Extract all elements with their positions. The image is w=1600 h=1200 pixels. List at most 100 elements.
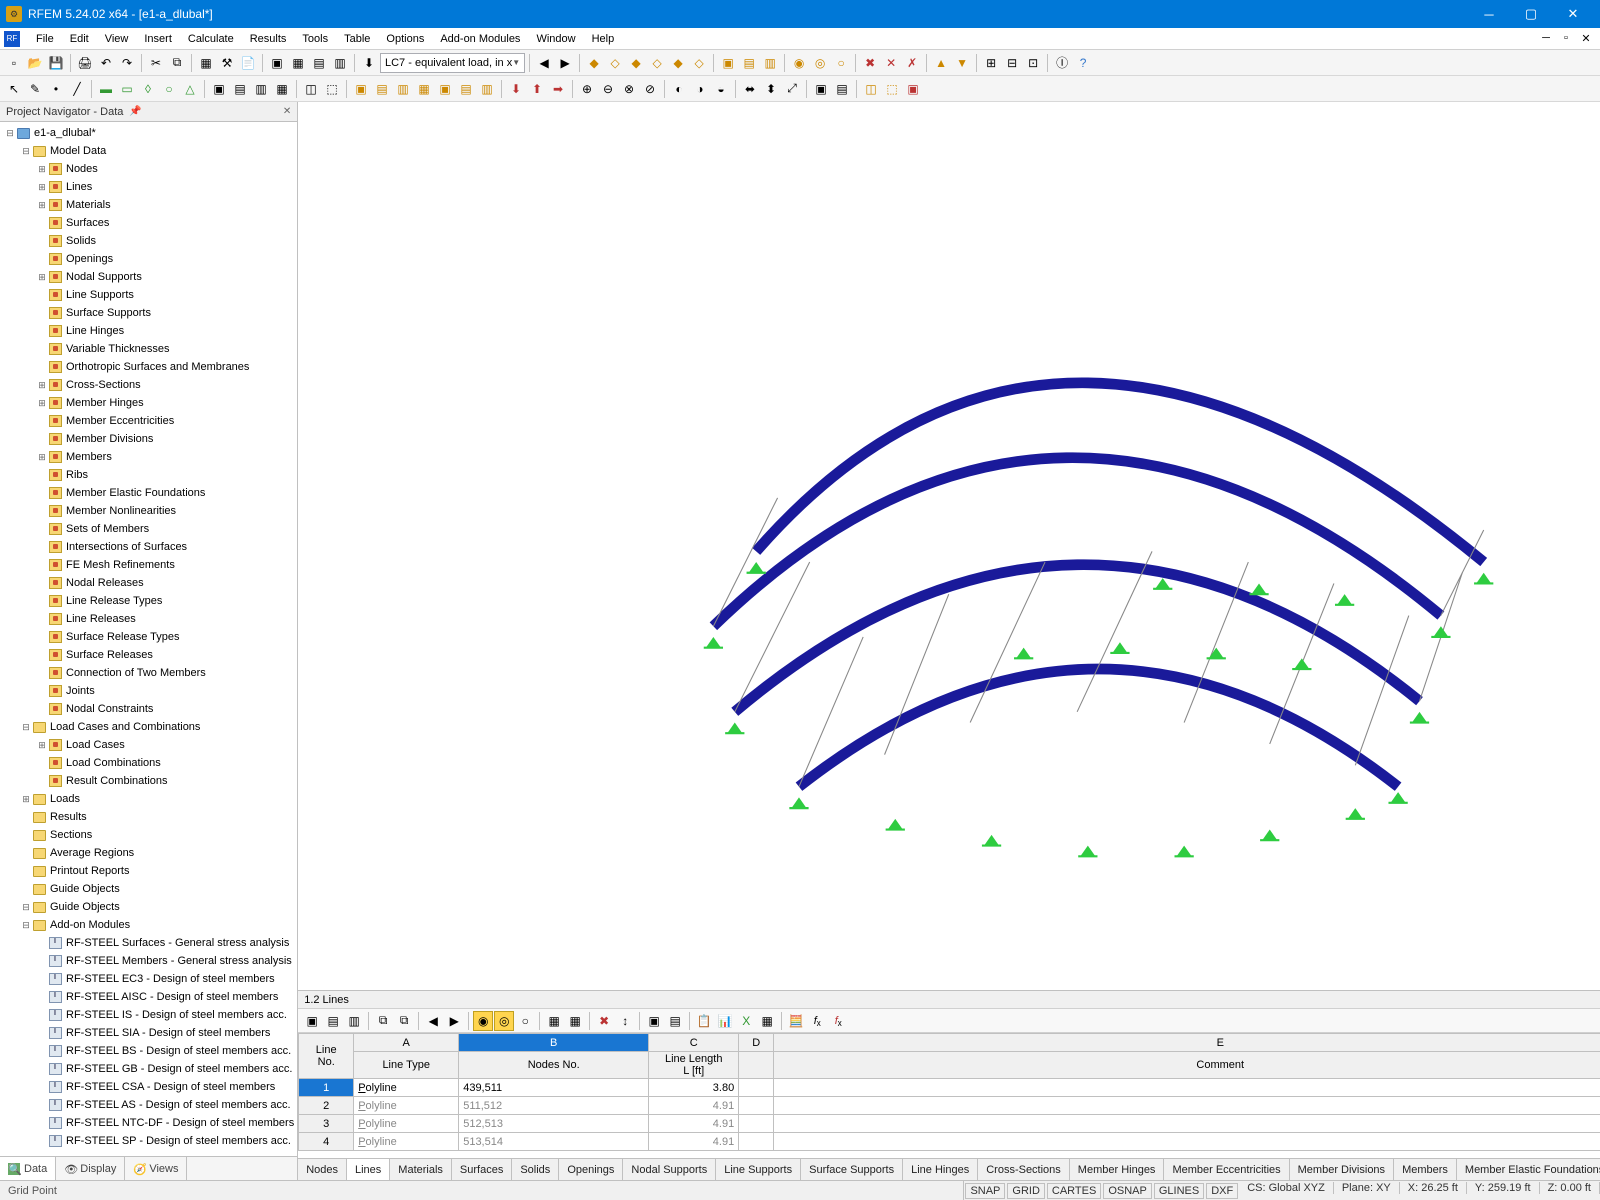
t15[interactable]: ✗ — [902, 53, 922, 73]
tree-connection-of-two-members[interactable]: Connection of Two Members — [0, 664, 297, 682]
d15[interactable]: ⬚ — [322, 79, 342, 99]
col-B[interactable]: B — [459, 1034, 649, 1052]
tt22[interactable]: fₓ — [807, 1011, 827, 1031]
tab-views[interactable]: 🧭Views — [125, 1157, 187, 1180]
undo-icon[interactable]: ↶ — [96, 53, 116, 73]
tt9[interactable]: ◎ — [494, 1011, 514, 1031]
tt12[interactable]: ▦ — [565, 1011, 585, 1031]
mdi-close[interactable]: ✕ — [1576, 32, 1596, 45]
tree-line-releases[interactable]: Line Releases — [0, 610, 297, 628]
d9[interactable]: △ — [180, 79, 200, 99]
tree-sets-of-members[interactable]: Sets of Members — [0, 520, 297, 538]
mdi-minimize[interactable]: ─ — [1536, 32, 1556, 45]
tt16[interactable]: ▤ — [665, 1011, 685, 1031]
status-toggle-glines[interactable]: GLINES — [1154, 1183, 1204, 1199]
d2[interactable]: ✎ — [25, 79, 45, 99]
menu-view[interactable]: View — [97, 28, 137, 49]
t11[interactable]: ◎ — [810, 53, 830, 73]
col-D[interactable]: D — [739, 1034, 774, 1052]
tree-printout-reports[interactable]: Printout Reports — [0, 862, 297, 880]
t14[interactable]: ✕ — [881, 53, 901, 73]
tabletab-cross-sections[interactable]: Cross-Sections — [978, 1159, 1070, 1180]
d36[interactable]: ▣ — [811, 79, 831, 99]
loadcase-combo[interactable]: LC7 - equivalent load, in x ▼ — [380, 53, 525, 73]
print-icon[interactable]: 🖨 — [75, 53, 95, 73]
tabletab-nodes[interactable]: Nodes — [298, 1159, 347, 1180]
tree-mod-rf-steel[interactable]: RF-STEEL SIA - Design of steel members — [0, 1024, 297, 1042]
table-row[interactable]: 1 Polyline 439,511 3.80 — [299, 1079, 1600, 1097]
tree-variable-thicknesses[interactable]: Variable Thicknesses — [0, 340, 297, 358]
tree-guide[interactable]: ⊟Guide Objects — [0, 898, 297, 916]
status-toggle-osnap[interactable]: OSNAP — [1103, 1183, 1152, 1199]
d18[interactable]: ▥ — [393, 79, 413, 99]
status-toggle-cartes[interactable]: CARTES — [1047, 1183, 1101, 1199]
tt21[interactable]: 🧮 — [786, 1011, 806, 1031]
d27[interactable]: ⊖ — [598, 79, 618, 99]
tabletab-lines[interactable]: Lines — [347, 1159, 390, 1180]
tree-ribs[interactable]: Ribs — [0, 466, 297, 484]
tabletab-line-supports[interactable]: Line Supports — [716, 1159, 801, 1180]
tree-mod-rf-steel[interactable]: RF-STEEL NTC-DF - Design of steel member… — [0, 1114, 297, 1132]
tt8[interactable]: ◉ — [473, 1011, 493, 1031]
t13[interactable]: ✖ — [860, 53, 880, 73]
calc-icon[interactable]: ▦ — [196, 53, 216, 73]
save-icon[interactable]: 💾 — [46, 53, 66, 73]
tree-root[interactable]: ⊟e1-a_dlubal* — [0, 124, 297, 142]
tabletab-member-hinges[interactable]: Member Hinges — [1070, 1159, 1165, 1180]
help-icon[interactable]: ? — [1073, 53, 1093, 73]
t2[interactable]: ◇ — [605, 53, 625, 73]
d10[interactable]: ▣ — [209, 79, 229, 99]
t4[interactable]: ◇ — [647, 53, 667, 73]
tt7[interactable]: ▶ — [444, 1011, 464, 1031]
d37[interactable]: ▤ — [832, 79, 852, 99]
tt23[interactable]: fₓ — [828, 1011, 848, 1031]
d26[interactable]: ⊕ — [577, 79, 597, 99]
t3[interactable]: ◆ — [626, 53, 646, 73]
t8[interactable]: ▤ — [739, 53, 759, 73]
tree-intersections-of-surfaces[interactable]: Intersections of Surfaces — [0, 538, 297, 556]
window-icon[interactable]: ▤ — [309, 53, 329, 73]
col-A[interactable]: A — [354, 1034, 459, 1052]
menu-edit[interactable]: Edit — [62, 28, 97, 49]
tree-addon[interactable]: ⊟Add-on Modules — [0, 916, 297, 934]
navigator-tree[interactable]: ⊟e1-a_dlubal*⊟Model Data⊞Nodes⊞Lines⊞Mat… — [0, 122, 297, 1156]
tabletab-materials[interactable]: Materials — [390, 1159, 452, 1180]
tabletab-member-eccentricities[interactable]: Member Eccentricities — [1164, 1159, 1289, 1180]
menu-window[interactable]: Window — [528, 28, 583, 49]
t5[interactable]: ◆ — [668, 53, 688, 73]
tree-mod-rf-steel[interactable]: RF-STEEL AISC - Design of steel members — [0, 988, 297, 1006]
data-grid[interactable]: LineNo. A B C D E ▴ Line Type Nodes No. … — [298, 1033, 1600, 1158]
t1[interactable]: ◆ — [584, 53, 604, 73]
menu-help[interactable]: Help — [584, 28, 623, 49]
t6[interactable]: ◇ — [689, 53, 709, 73]
close-button[interactable]: ✕ — [1552, 0, 1594, 28]
d13[interactable]: ▦ — [272, 79, 292, 99]
tt6[interactable]: ◀ — [423, 1011, 443, 1031]
t19[interactable]: ⊟ — [1002, 53, 1022, 73]
tabletab-openings[interactable]: Openings — [559, 1159, 623, 1180]
t16[interactable]: ▲ — [931, 53, 951, 73]
t21[interactable]: Ⓘ — [1052, 53, 1072, 73]
d32[interactable]: ◒ — [711, 79, 731, 99]
tt10[interactable]: ○ — [515, 1011, 535, 1031]
d38[interactable]: ◫ — [861, 79, 881, 99]
col-E[interactable]: E — [774, 1034, 1600, 1052]
d39[interactable]: ⬚ — [882, 79, 902, 99]
tree-mod-rf-steel[interactable]: RF-STEEL Members - General stress analys… — [0, 952, 297, 970]
menu-options[interactable]: Options — [378, 28, 432, 49]
tree-line-release-types[interactable]: Line Release Types — [0, 592, 297, 610]
d30[interactable]: ◐ — [669, 79, 689, 99]
redo-icon[interactable]: ↷ — [117, 53, 137, 73]
d28[interactable]: ⊗ — [619, 79, 639, 99]
d14[interactable]: ◫ — [301, 79, 321, 99]
model-viewport[interactable] — [298, 102, 1600, 990]
pin-icon[interactable]: 📌 — [129, 106, 141, 117]
t9[interactable]: ▥ — [760, 53, 780, 73]
d22[interactable]: ▥ — [477, 79, 497, 99]
t20[interactable]: ⊡ — [1023, 53, 1043, 73]
tree-lines[interactable]: ⊞Lines — [0, 178, 297, 196]
tree-members[interactable]: ⊞Members — [0, 448, 297, 466]
copy-icon[interactable]: ⧉ — [167, 53, 187, 73]
d23[interactable]: ⬇ — [506, 79, 526, 99]
tree-mod-rf-steel[interactable]: RF-STEEL BS - Design of steel members ac… — [0, 1042, 297, 1060]
